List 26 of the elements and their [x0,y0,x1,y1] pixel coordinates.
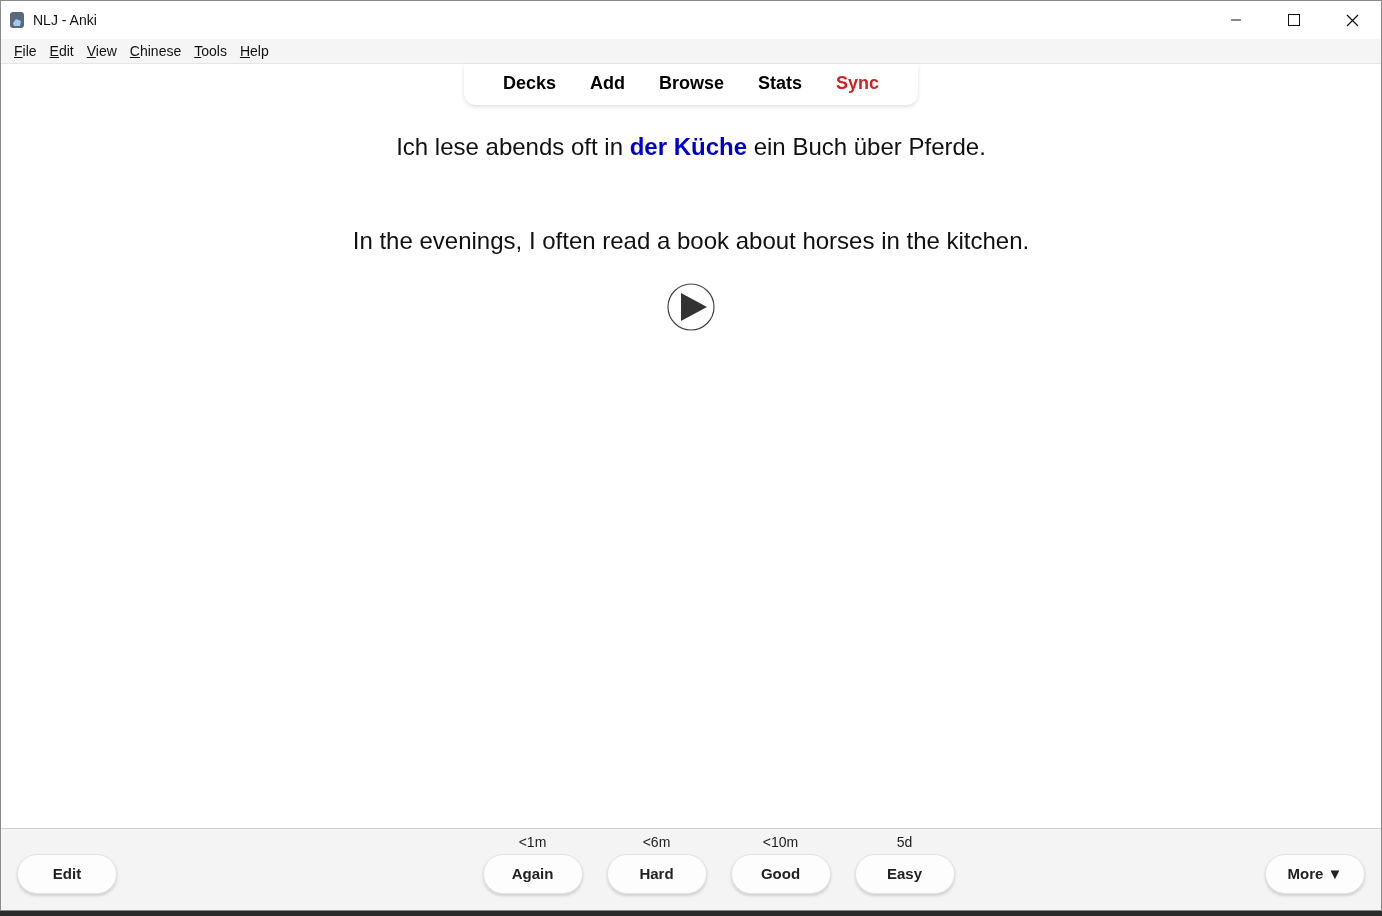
menu-item[interactable]: Help [226,40,269,62]
answer-button[interactable]: Good [730,854,831,894]
interval-label: <1m [518,833,547,852]
menu-item[interactable]: Tools [181,40,227,62]
edit-button[interactable]: Edit [17,854,117,894]
toolbar-link[interactable]: Stats [741,70,820,97]
answer-button[interactable]: Easy [854,854,955,894]
card-front-sentence: Ich lese abends oft in der Küche ein Buch über Pferde. [396,132,986,162]
answer-button[interactable]: Again [482,854,583,894]
menu-item[interactable]: File [1,40,37,62]
interval-label: <10m [762,833,799,852]
toolbar-link[interactable]: Add [573,70,642,97]
play-icon[interactable] [667,283,715,331]
answer-button[interactable]: Hard [606,854,707,894]
app-icon [9,11,25,29]
card-back-translation: In the evenings, I often read a book about horses in the kitchen. [352,226,1030,256]
toolbar-link[interactable]: Sync [819,70,897,97]
interval-label: 5d [896,833,913,852]
window-title: NLJ - Anki [33,10,97,30]
toolbar-link[interactable]: Browse [642,70,741,97]
toolbar-link[interactable]: Decks [485,70,573,97]
menu-item[interactable]: View [73,40,117,62]
more-button[interactable]: More ▼ [1265,854,1365,894]
interval-label: <6m [642,833,671,852]
menu-item[interactable]: Chinese [116,40,182,62]
menu-item[interactable]: Edit [36,40,74,62]
